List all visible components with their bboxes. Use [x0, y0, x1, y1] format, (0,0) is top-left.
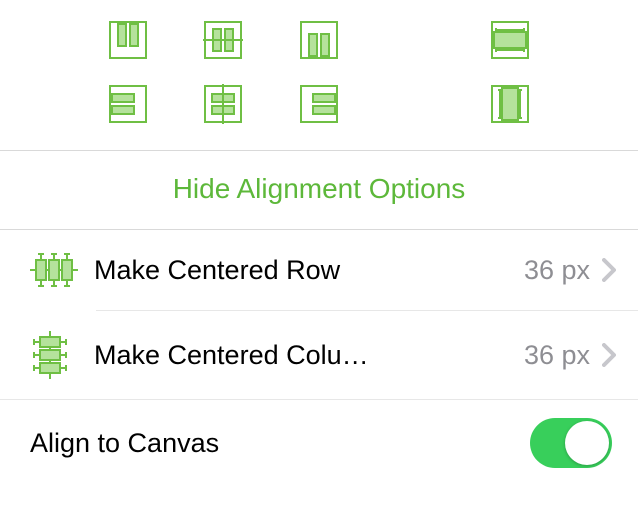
align-bottom-icon[interactable] [299, 20, 339, 60]
row-value: 36 px [506, 340, 602, 371]
align-left-icon[interactable] [108, 84, 148, 124]
chevron-right-icon [602, 258, 616, 282]
align-hcenter-icon[interactable] [203, 84, 243, 124]
chevron-right-icon [602, 343, 616, 367]
row-label: Make Centered Row [86, 255, 506, 286]
blank-cell [395, 84, 435, 124]
make-centered-column-button[interactable]: Make Centered Colu… 36 px [0, 311, 638, 399]
align-top-icon[interactable] [108, 20, 148, 60]
align-to-canvas-row: Align to Canvas [0, 399, 638, 492]
blank-cell [395, 20, 435, 60]
align-to-canvas-label: Align to Canvas [30, 428, 530, 459]
row-label: Make Centered Colu… [86, 340, 506, 371]
stretch-vertical-icon[interactable] [490, 84, 530, 124]
centered-column-icon [30, 331, 86, 379]
align-to-canvas-toggle[interactable] [530, 418, 612, 468]
toggle-knob [565, 421, 609, 465]
hide-alignment-button[interactable]: Hide Alignment Options [0, 151, 638, 229]
stretch-horizontal-icon[interactable] [490, 20, 530, 60]
align-right-icon[interactable] [299, 84, 339, 124]
hide-alignment-label: Hide Alignment Options [173, 173, 466, 204]
make-centered-row-button[interactable]: Make Centered Row 36 px [0, 230, 638, 310]
align-vcenter-icon[interactable] [203, 20, 243, 60]
centered-row-icon [30, 250, 86, 290]
alignment-options-grid [0, 0, 638, 150]
row-value: 36 px [506, 255, 602, 286]
